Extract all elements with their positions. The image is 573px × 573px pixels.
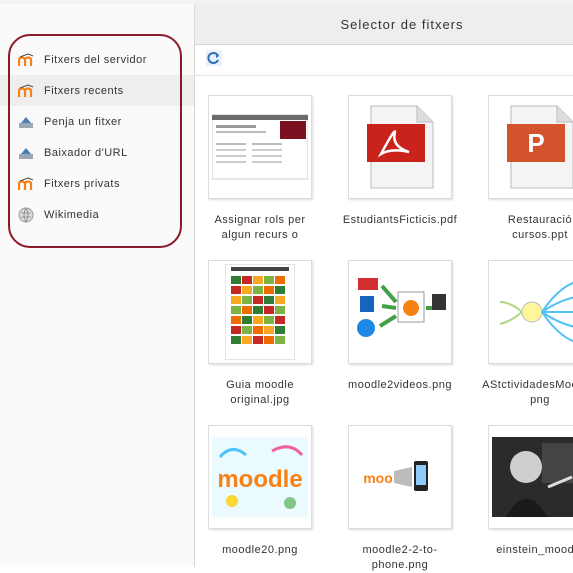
moodle-to-phone-thumbnail: moo <box>348 425 452 529</box>
file-name: moodle20.png <box>222 544 298 556</box>
file-name: Guia moodle original.jpg <box>226 379 294 406</box>
moodle-icon <box>18 176 34 192</box>
file-name: Assignar rols per algun recurs o <box>214 214 306 241</box>
refresh-icon[interactable] <box>205 49 223 67</box>
sidebar-item-label: Fitxers del servidor <box>44 53 147 66</box>
screenshot-thumbnail <box>208 95 312 199</box>
file-item[interactable]: moodle2videos.png <box>340 260 460 393</box>
moodle-video-diagram-thumbnail <box>348 260 452 364</box>
file-name: AStctividadesMoodle.png <box>482 379 573 406</box>
moodle-icon <box>18 83 34 99</box>
pdf-file-icon <box>348 95 452 199</box>
sidebar-item-label: Wikimedia <box>44 208 100 221</box>
svg-text:moodle: moodle <box>217 466 302 493</box>
sidebar-item-label: Baixador d'URL <box>44 146 128 159</box>
dialog-title-bar: Selector de fitxers <box>195 4 573 45</box>
file-name: moodle2-2-to-phone.png <box>362 544 438 571</box>
file-item[interactable]: Assignar rols per algun recurs o <box>200 95 320 243</box>
einstein-photo-thumbnail <box>488 425 573 529</box>
file-browser-area: Assignar rols per algun recurs o Estudia… <box>195 45 573 571</box>
file-item[interactable]: Guia moodle original.jpg <box>200 260 320 408</box>
file-name: moodle2videos.png <box>348 379 452 391</box>
file-name: einstein_moodle <box>496 544 573 556</box>
svg-text:P: P <box>527 128 544 158</box>
sidebar-item-wikimedia[interactable]: Wikimedia <box>0 199 194 230</box>
moodle-icon <box>18 52 34 68</box>
file-item[interactable]: moodle moodle20.png <box>200 425 320 558</box>
moodle-logo-art-thumbnail: moodle <box>208 425 312 529</box>
repository-sidebar: Fitxers del servidor Fitxers recents Pen… <box>0 4 195 567</box>
sidebar-item-private-files[interactable]: Fitxers privats <box>0 168 194 199</box>
repository-list: Fitxers del servidor Fitxers recents Pen… <box>0 44 194 230</box>
file-item[interactable]: einstein_moodle <box>480 425 573 558</box>
file-item[interactable]: AStctividadesMoodle.png <box>480 260 573 408</box>
sidebar-item-upload-file[interactable]: Penja un fitxer <box>0 106 194 137</box>
file-item[interactable]: P Restauració cursos.ppt <box>480 95 573 243</box>
file-name: EstudiantsFicticis.pdf <box>342 214 458 226</box>
url-download-icon <box>18 145 34 161</box>
sidebar-item-label: Fitxers privats <box>44 177 120 190</box>
file-name: Restauració cursos.ppt <box>507 214 573 241</box>
sidebar-item-recent-files[interactable]: Fitxers recents <box>0 75 194 106</box>
color-grid-thumbnail <box>208 260 312 364</box>
upload-icon <box>18 114 34 130</box>
svg-text:moo: moo <box>363 470 393 486</box>
file-item[interactable]: EstudiantsFicticis.pdf <box>340 95 460 228</box>
wikimedia-icon <box>18 207 34 223</box>
sidebar-item-server-files[interactable]: Fitxers del servidor <box>0 44 194 75</box>
dialog-title: Selector de fitxers <box>340 16 464 32</box>
toolbar-divider <box>195 75 573 76</box>
sidebar-item-label: Penja un fitxer <box>44 115 122 128</box>
ppt-file-icon: P <box>488 95 573 199</box>
mindmap-thumbnail <box>488 260 573 364</box>
sidebar-item-url-downloader[interactable]: Baixador d'URL <box>0 137 194 168</box>
sidebar-item-label: Fitxers recents <box>44 84 124 97</box>
file-item[interactable]: moo moodle2-2-to-phone.png <box>340 425 460 573</box>
